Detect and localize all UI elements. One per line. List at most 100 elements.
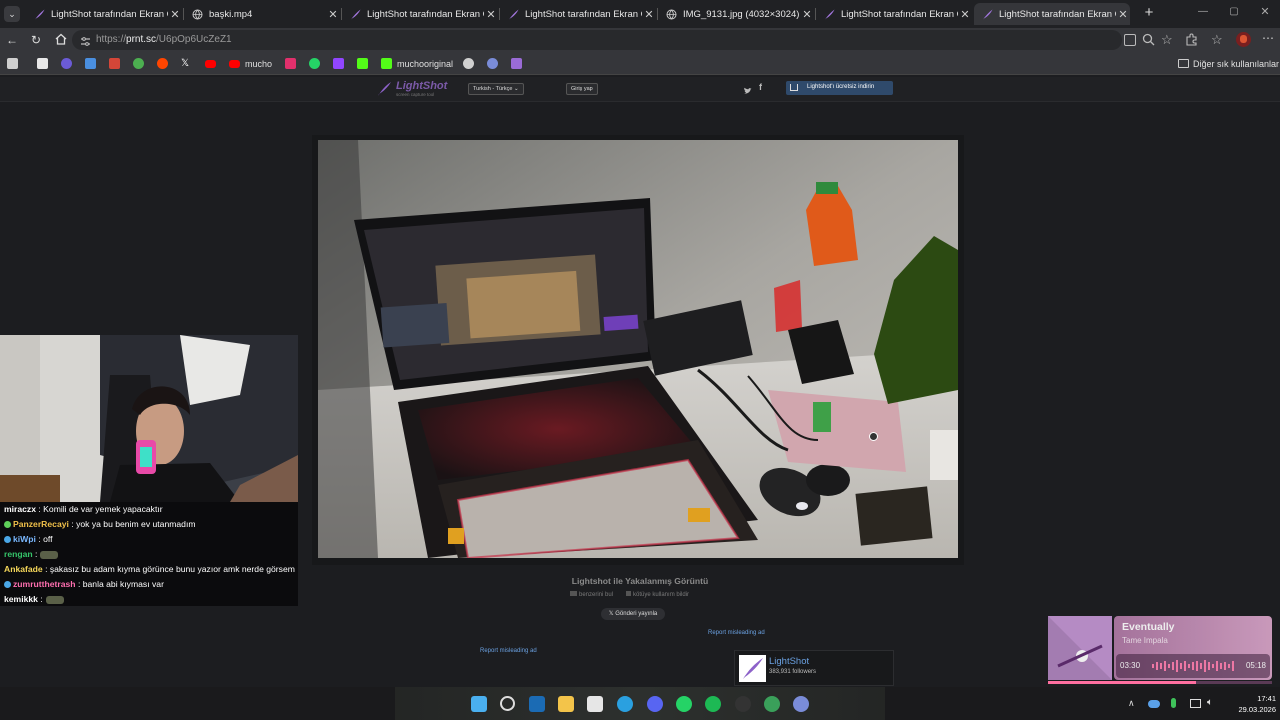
- bookmark-item[interactable]: [157, 57, 168, 70]
- bookmark-item[interactable]: [61, 57, 72, 70]
- facebook-link[interactable]: f: [759, 82, 762, 92]
- bookmark-item[interactable]: [133, 57, 144, 70]
- github-icon[interactable]: [735, 696, 751, 712]
- webcam-overlay: [0, 335, 298, 502]
- maximize-button[interactable]: ▢: [1227, 6, 1241, 20]
- app-icon: [463, 58, 474, 69]
- address-bar[interactable]: https://prnt.sc/U6pOp6UcZeZ1: [72, 30, 1122, 50]
- favorites-button[interactable]: ☆: [1211, 32, 1223, 48]
- reload-button[interactable]: ↻: [31, 33, 45, 47]
- report-ad-link[interactable]: Report misleading ad: [480, 648, 537, 654]
- screenshot-image[interactable]: [318, 140, 958, 558]
- chat-text: :: [35, 549, 38, 559]
- profile-avatar[interactable]: [1236, 32, 1251, 47]
- menu-button[interactable]: ⋯: [1262, 31, 1274, 45]
- calendar-icon[interactable]: [587, 696, 603, 712]
- edge-icon[interactable]: [617, 696, 633, 712]
- extensions-button[interactable]: [1185, 33, 1198, 46]
- report-ad-link[interactable]: Report misleading ad: [708, 630, 765, 636]
- back-button[interactable]: ←: [6, 33, 20, 47]
- close-tab-icon[interactable]: ✕: [642, 8, 656, 21]
- clock-time[interactable]: 17:41: [1236, 694, 1276, 703]
- bookmark-item[interactable]: [357, 57, 368, 70]
- tweet-button[interactable]: 𝕏 Gönderi yayınla: [601, 608, 665, 620]
- new-tab-button[interactable]: +: [1141, 5, 1157, 21]
- close-tab-icon[interactable]: ✕: [326, 8, 340, 21]
- download-button[interactable]: Lightshot'ı ücretsiz indirin: [786, 81, 893, 95]
- tab-search-button[interactable]: ⌄: [4, 6, 20, 22]
- find-similar-link[interactable]: benzerini bul: [570, 591, 613, 598]
- tab[interactable]: LightShot tarafından Ekran Görünt✕: [500, 3, 656, 25]
- facebook-page-widget[interactable]: LightShot 383,931 followers: [734, 650, 894, 686]
- chat-username[interactable]: miraczx: [4, 504, 36, 514]
- chat-username[interactable]: Ankafade: [4, 564, 43, 574]
- favorite-star-button[interactable]: ☆: [1161, 32, 1173, 48]
- close-tab-icon[interactable]: ✕: [1116, 8, 1130, 21]
- chat-text: : Komili de var yemek yapacaktır: [38, 504, 163, 514]
- app-icon-2[interactable]: [793, 696, 809, 712]
- app-icon[interactable]: [764, 696, 780, 712]
- bookmark-item[interactable]: [109, 57, 120, 70]
- bookmark-item[interactable]: [285, 57, 296, 70]
- bookmark-item[interactable]: [487, 57, 498, 70]
- cloud-icon[interactable]: [1148, 700, 1160, 708]
- windows-start-icon[interactable]: [471, 696, 487, 712]
- volume-icon[interactable]: 🔈︎: [1207, 697, 1213, 708]
- steam-icon: [487, 58, 498, 69]
- chat-username[interactable]: rengan: [4, 549, 33, 559]
- lightshot-logo[interactable]: LightShot screen capture tool: [376, 80, 448, 98]
- split-screen-button[interactable]: [1124, 34, 1136, 46]
- tab[interactable]: LightShot tarafından Ekran Görünt✕: [974, 3, 1130, 25]
- tray-chevron-icon[interactable]: ∧: [1128, 698, 1135, 709]
- close-tab-icon[interactable]: ✕: [484, 8, 498, 21]
- bookmark-item[interactable]: 𝕏: [181, 57, 192, 70]
- chat-username[interactable]: kemikkk: [4, 594, 38, 604]
- file-explorer-icon[interactable]: [558, 696, 574, 712]
- x-icon: 𝕏: [608, 611, 614, 617]
- whatsapp-icon[interactable]: [676, 696, 692, 712]
- tab[interactable]: LightShot tarafından Ekran Görünt✕: [26, 3, 182, 25]
- close-tab-icon[interactable]: ✕: [800, 8, 814, 21]
- chat-message: kiWpi : off: [4, 534, 53, 544]
- bookmark-item[interactable]: [85, 57, 96, 70]
- lightshot-feather-icon: [34, 9, 45, 20]
- microphone-icon[interactable]: [1171, 698, 1176, 708]
- tab[interactable]: başki.mp4 ✕: [184, 3, 340, 25]
- minimize-button[interactable]: —: [1196, 6, 1210, 20]
- bookmark-item[interactable]: [333, 57, 344, 70]
- bookmark-item[interactable]: [7, 57, 18, 70]
- steam-icon[interactable]: [529, 696, 545, 712]
- discord-icon[interactable]: [647, 696, 663, 712]
- bookmark-item[interactable]: muchooriginal: [381, 57, 453, 70]
- tab[interactable]: LightShot tarafından Ekran Görünt✕: [816, 3, 972, 25]
- report-abuse-link[interactable]: kötüye kullanım bildir: [626, 591, 689, 598]
- home-button[interactable]: [54, 32, 68, 46]
- other-bookmarks[interactable]: Diğer sık kullanılanlar: [1178, 57, 1279, 70]
- login-button[interactable]: Giriş yap: [566, 83, 598, 95]
- language-select[interactable]: Turkish - Türkçe ⌄: [468, 83, 524, 95]
- site-info-icon[interactable]: [80, 34, 91, 46]
- zoom-button[interactable]: [1142, 33, 1155, 46]
- chat-username[interactable]: kiWpi: [13, 534, 36, 544]
- bookmark-item[interactable]: [511, 57, 522, 70]
- bookmark-item[interactable]: [309, 57, 320, 70]
- tab[interactable]: IMG_9131.jpg (4032×3024) ✕: [658, 3, 814, 25]
- bookmark-item[interactable]: [205, 57, 216, 70]
- twitter-link[interactable]: [743, 83, 752, 94]
- lightshot-header: [0, 77, 1280, 102]
- tab[interactable]: LightShot tarafından Ekran Görünt✕: [342, 3, 498, 25]
- spotify-icon[interactable]: [705, 696, 721, 712]
- clock-date[interactable]: 29.03.2026: [1226, 705, 1276, 714]
- login-label: Giriş yap: [571, 86, 593, 92]
- chat-username[interactable]: PanzerRecayi: [13, 519, 69, 529]
- close-window-button[interactable]: ✕: [1258, 5, 1272, 19]
- chat-username[interactable]: zumrutthetrash: [13, 579, 76, 589]
- search-icon[interactable]: [500, 696, 515, 711]
- waveform-icon: [1152, 660, 1234, 672]
- bookmark-item[interactable]: [37, 57, 48, 70]
- network-icon[interactable]: [1190, 699, 1201, 708]
- close-tab-icon[interactable]: ✕: [958, 8, 972, 21]
- bookmark-item[interactable]: [463, 57, 474, 70]
- close-tab-icon[interactable]: ✕: [168, 8, 182, 21]
- bookmark-item[interactable]: mucho: [229, 57, 272, 70]
